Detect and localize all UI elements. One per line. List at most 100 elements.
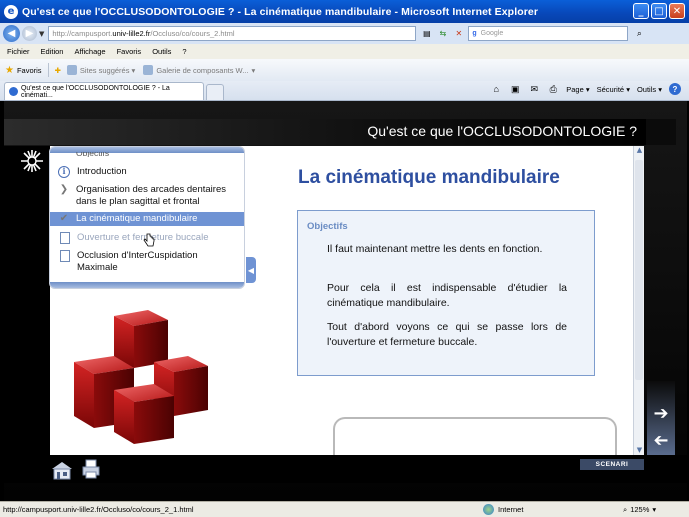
home-icon[interactable]: ⌂ bbox=[490, 83, 502, 95]
search-input[interactable]: g Google bbox=[468, 26, 629, 41]
outline-item-occlusion[interactable]: Occlusion d'InterCuspidation Maximale bbox=[50, 250, 244, 273]
refresh-icon[interactable]: ⇆ bbox=[436, 27, 449, 40]
printer-icon[interactable]: ⎙ bbox=[547, 83, 559, 95]
objective-paragraph: Pour cela il est indispensable d'étudier… bbox=[327, 282, 567, 309]
zoom-control[interactable]: ⌕ 125% ▾ bbox=[623, 505, 656, 515]
menu-item-outils[interactable]: Outils bbox=[152, 47, 171, 56]
favlink-label: Galerie de composants W... bbox=[156, 65, 249, 75]
search-icon[interactable]: ⌕ bbox=[630, 26, 648, 41]
help-icon[interactable]: ? bbox=[669, 83, 681, 95]
home-icon[interactable] bbox=[50, 460, 74, 480]
tab-current[interactable]: Qu'est ce que l'OCCLUSODONTOLOGIE ? - La… bbox=[4, 82, 204, 100]
objective-paragraph: Il faut maintenant mettre les dents en f… bbox=[327, 243, 543, 255]
new-tab-button[interactable] bbox=[206, 84, 224, 100]
minimize-button[interactable]: _ bbox=[633, 3, 649, 19]
hand-cursor-icon bbox=[143, 233, 155, 247]
window-title: Qu'est ce que l'OCCLUSODONTOLOGIE ? - La… bbox=[22, 5, 539, 18]
google-logo-icon: g bbox=[472, 30, 477, 37]
previous-page-arrow-icon[interactable]: ➔ bbox=[651, 430, 671, 451]
favorites-star-icon[interactable]: ★ bbox=[5, 65, 14, 76]
outline-item-label: Occlusion d'InterCuspidation Maximale bbox=[77, 250, 198, 273]
outline-bottom-bar[interactable] bbox=[50, 282, 244, 288]
window-controls: _ □ ✕ bbox=[633, 3, 685, 19]
ie-tab-icon bbox=[9, 87, 18, 96]
scroll-up-icon[interactable]: ▲ bbox=[634, 146, 645, 155]
menu-item-fichier[interactable]: Fichier bbox=[7, 47, 30, 56]
status-url: http://campusport.univ-lille2.fr/Occluso… bbox=[3, 505, 194, 514]
objective-paragraph: Tout d'abord voyons ce qui se passe lors… bbox=[327, 321, 567, 348]
page-title: La cinématique mandibulaire bbox=[298, 167, 560, 188]
printer-icon[interactable] bbox=[82, 459, 100, 479]
feeds-icon[interactable]: ▣ bbox=[509, 83, 521, 95]
objectives-label: Objectifs bbox=[307, 221, 348, 232]
favorites-bar: ★ Favoris ✚ Sites suggérés ▾ Galerie de … bbox=[0, 59, 689, 81]
stop-icon[interactable]: ✕ bbox=[452, 27, 465, 40]
outline-item-introduction[interactable]: i Introduction bbox=[50, 166, 244, 178]
status-bar: http://campusport.univ-lille2.fr/Occluso… bbox=[0, 501, 689, 517]
ie-logo-icon: e bbox=[4, 4, 18, 19]
outline-item-label: Introduction bbox=[77, 166, 127, 177]
favlink-suggested-sites[interactable]: Sites suggérés ▾ bbox=[66, 65, 135, 75]
forward-button[interactable]: ▶ bbox=[22, 26, 37, 41]
page-icon bbox=[66, 65, 77, 75]
red-cubes-illustration bbox=[70, 306, 230, 446]
mail-icon[interactable]: ✉ bbox=[528, 83, 540, 95]
scenari-logo: SCENARI bbox=[580, 459, 644, 470]
zoom-icon: ⌕ bbox=[623, 504, 628, 514]
outline-item-cinematique[interactable]: ✔ La cinématique mandibulaire bbox=[50, 212, 244, 226]
compatibility-icon[interactable]: ▤ bbox=[420, 27, 433, 40]
chevron-down-icon: ▾ bbox=[652, 505, 657, 514]
security-menu[interactable]: Sécurité ▾ bbox=[597, 85, 630, 94]
outline-item-organisation[interactable]: ❯ Organisation des arcades dentaires dan… bbox=[50, 184, 244, 207]
collapse-outline-button[interactable]: ◀ bbox=[246, 257, 256, 283]
course-frame: Qu'est ce que l'OCCLUSODONTOLOGIE ? ▲ ▼ bbox=[4, 101, 687, 501]
page-menu[interactable]: Page ▾ bbox=[566, 85, 589, 94]
course-logo-icon bbox=[16, 147, 48, 175]
url-path: /Occluso/co/cours_2.html bbox=[150, 29, 235, 38]
next-page-arrow-icon[interactable]: ➔ bbox=[651, 404, 671, 424]
maximize-button[interactable]: □ bbox=[651, 3, 667, 19]
left-strip bbox=[4, 146, 50, 466]
content-scrollbar[interactable]: ▲ ▼ bbox=[633, 146, 644, 455]
url-host: univ-lille2.fr bbox=[112, 29, 151, 38]
security-zone: Internet bbox=[483, 504, 613, 515]
separator bbox=[47, 63, 49, 77]
command-bar: ⌂ ▣ ✉ ⎙ Page ▾ Sécurité ▾ Outils ▾ ? bbox=[490, 83, 681, 95]
history-dropdown-icon[interactable]: ▼ bbox=[39, 30, 44, 38]
url-actions: ▤ ⇆ ✕ bbox=[420, 27, 465, 40]
url-prefix: http://campusport. bbox=[52, 29, 113, 38]
page-navigation: ➔ ➔ bbox=[647, 381, 675, 455]
menu-item-edition[interactable]: Edition bbox=[41, 47, 64, 56]
chevron-right-icon: ❯ bbox=[59, 184, 69, 195]
menu-bar: Fichier Edition Affichage Favoris Outils… bbox=[0, 44, 689, 59]
tools-menu[interactable]: Outils ▾ bbox=[637, 85, 662, 94]
document-icon bbox=[60, 250, 70, 262]
menu-item-favoris[interactable]: Favoris bbox=[117, 47, 142, 56]
objectives-box: Objectifs Il faut maintenant mettre les … bbox=[297, 210, 595, 376]
favorites-button[interactable]: Favoris bbox=[17, 66, 42, 75]
chevron-down-icon: ✔ bbox=[59, 213, 69, 225]
scroll-down-icon[interactable]: ▼ bbox=[634, 446, 645, 455]
page-content: Qu'est ce que l'OCCLUSODONTOLOGIE ? ▲ ▼ bbox=[0, 101, 689, 501]
zoom-level: 125% bbox=[630, 505, 650, 514]
back-button[interactable]: ◀ bbox=[3, 25, 20, 42]
globe-icon bbox=[483, 504, 494, 515]
document-icon bbox=[60, 232, 70, 244]
outline-item-cut: Objectifs bbox=[76, 152, 110, 157]
menu-item-help[interactable]: ? bbox=[182, 47, 186, 56]
header-cap bbox=[646, 119, 676, 145]
url-input[interactable]: http://campusport. univ-lille2.fr/Occluso… bbox=[48, 26, 417, 41]
favlink-webslice-gallery[interactable]: Galerie de composants W... ▾ bbox=[143, 65, 255, 75]
zone-label: Internet bbox=[498, 505, 524, 514]
course-outline: Objectifs i Introduction ❯ Organisation … bbox=[49, 146, 245, 289]
scroll-thumb[interactable] bbox=[635, 160, 643, 380]
window-titlebar: e Qu'est ce que l'OCCLUSODONTOLOGIE ? - … bbox=[0, 0, 689, 23]
menu-item-affichage[interactable]: Affichage bbox=[74, 47, 105, 56]
add-favorite-icon[interactable]: ✚ bbox=[55, 66, 61, 75]
info-icon: i bbox=[58, 166, 70, 178]
outline-item-label: La cinématique mandibulaire bbox=[76, 213, 198, 225]
page-icon bbox=[143, 65, 154, 75]
close-button[interactable]: ✕ bbox=[669, 3, 685, 19]
search-placeholder: Google bbox=[480, 30, 504, 37]
tab-label: Qu'est ce que l'OCCLUSODONTOLOGIE ? - La… bbox=[20, 84, 170, 99]
